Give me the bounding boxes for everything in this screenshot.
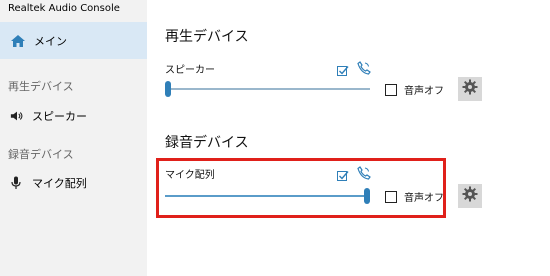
sidebar-section-recording: 録音デバイス [8, 148, 74, 161]
gear-icon [462, 79, 478, 99]
sidebar-item-main[interactable]: メイン [0, 22, 147, 59]
speaker-settings-button[interactable] [458, 77, 482, 101]
microphone-volume-thumb[interactable] [364, 188, 370, 204]
microphone-settings-button[interactable] [458, 184, 482, 208]
gear-icon [462, 186, 478, 206]
app-title: Realtek Audio Console [8, 3, 120, 14]
speaker-device-name: スピーカー [165, 65, 215, 76]
home-icon [10, 33, 26, 49]
phone-icon[interactable] [357, 60, 371, 75]
microphone-mute-checkbox[interactable] [385, 190, 397, 203]
sidebar-item-main-label: メイン [34, 34, 67, 48]
phone-icon[interactable] [357, 165, 371, 180]
microphone-mute-toggle[interactable]: 音声オフ [385, 189, 444, 204]
microphone-volume-slider[interactable] [165, 195, 370, 197]
microphone-device-name: マイク配列 [165, 170, 215, 181]
speaker-mute-toggle[interactable]: 音声オフ [385, 82, 444, 97]
default-check-icon[interactable] [337, 167, 349, 181]
microphone-icon [10, 176, 24, 190]
speaker-mute-checkbox[interactable] [385, 83, 397, 96]
sidebar-item-speaker[interactable]: スピーカー [0, 102, 147, 130]
sidebar-section-playback: 再生デバイス [8, 80, 74, 93]
speaker-volume-thumb[interactable] [165, 81, 171, 97]
recording-heading: 録音デバイス [165, 135, 249, 151]
sidebar-item-microphone-label: マイク配列 [32, 177, 87, 190]
playback-heading: 再生デバイス [165, 29, 249, 45]
speaker-icon [10, 109, 24, 123]
sidebar-item-microphone[interactable]: マイク配列 [0, 169, 147, 197]
microphone-mute-label: 音声オフ [404, 193, 444, 204]
speaker-mute-label: 音声オフ [404, 86, 444, 97]
sidebar: Realtek Audio Console メイン 再生デバイス スピーカー 録… [0, 0, 147, 276]
default-check-icon[interactable] [337, 62, 349, 76]
sidebar-item-speaker-label: スピーカー [32, 110, 87, 123]
speaker-volume-slider[interactable] [165, 88, 370, 90]
